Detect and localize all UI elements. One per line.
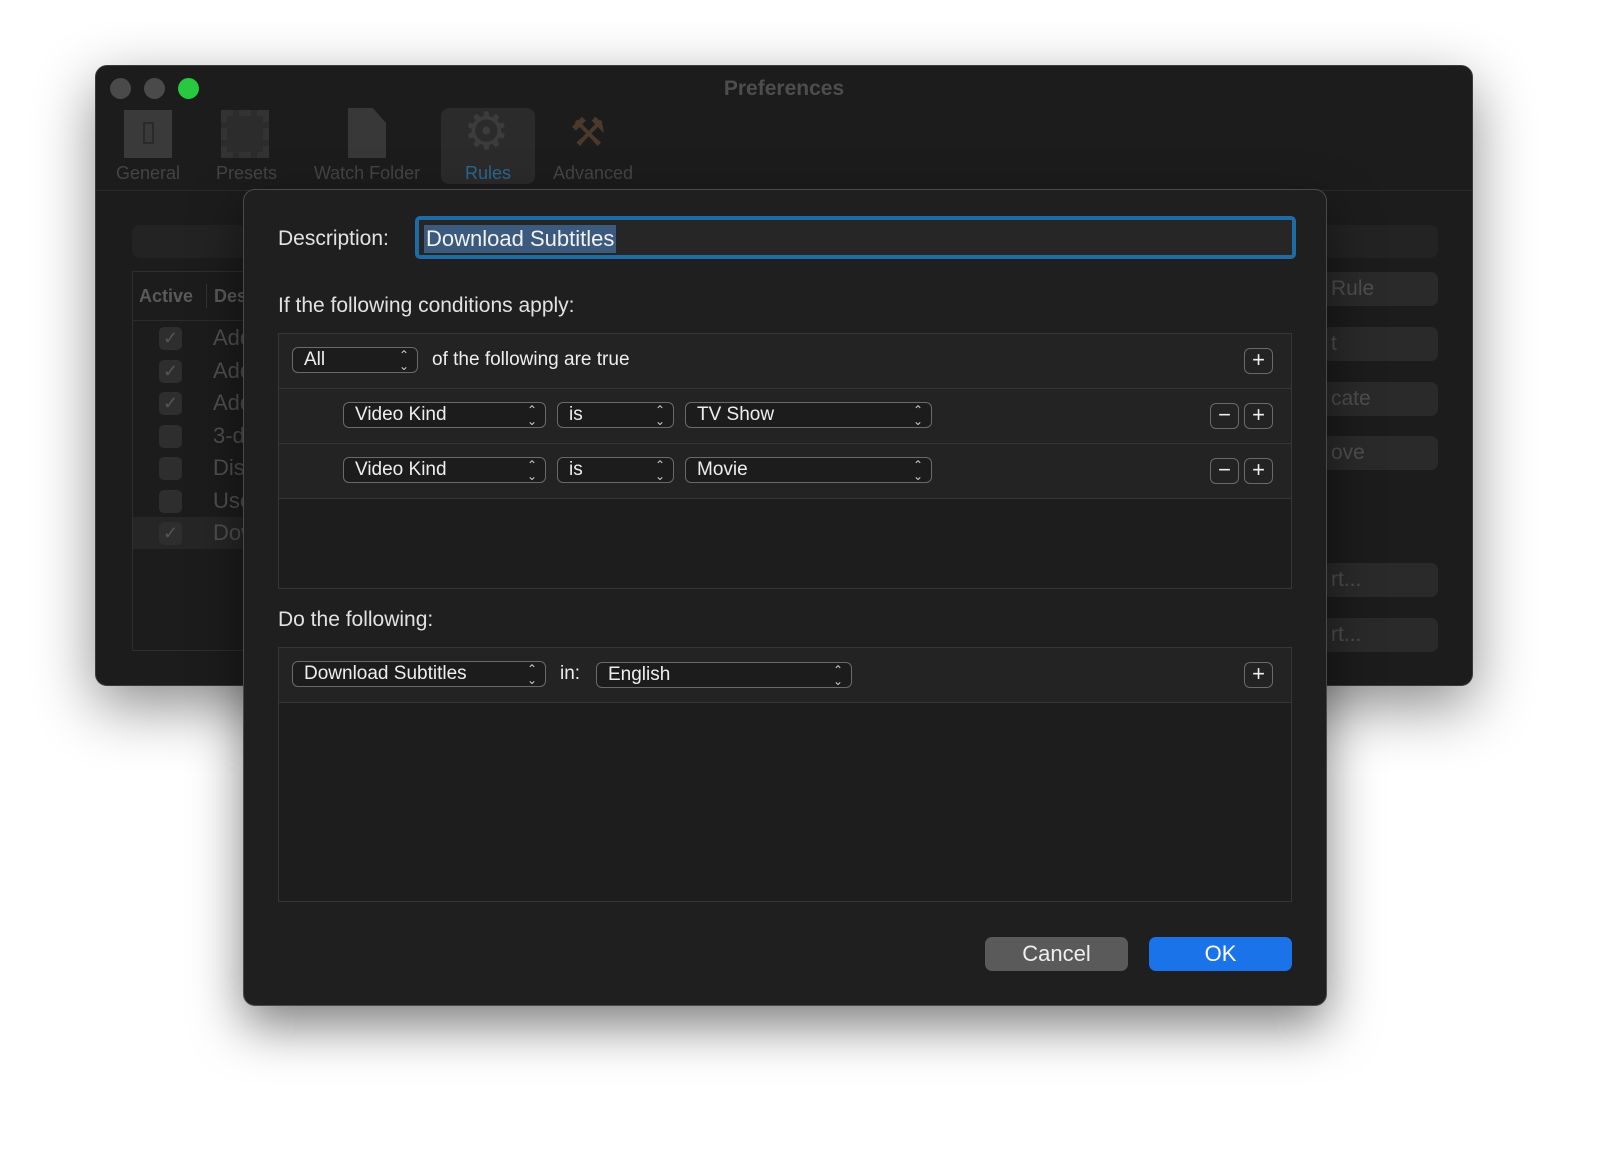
- chevron-updown-icon: ⌃ ⌄: [912, 458, 923, 483]
- condition-operator-popup[interactable]: is ⌃ ⌄: [557, 402, 674, 428]
- toolbar-label: Advanced: [552, 163, 634, 183]
- film-icon: [221, 110, 269, 158]
- actions-heading: Do the following:: [278, 608, 434, 631]
- match-mode-popup[interactable]: All ⌃ ⌄: [292, 347, 418, 373]
- plus-icon: +: [1252, 457, 1265, 482]
- plus-icon: +: [1252, 347, 1265, 372]
- condition-value-popup[interactable]: Movie ⌃ ⌄: [685, 457, 932, 483]
- column-header-active[interactable]: Active: [139, 286, 193, 307]
- active-checkbox[interactable]: ✓: [159, 327, 182, 350]
- add-condition-button[interactable]: +: [1244, 403, 1273, 429]
- language-popup[interactable]: English ⌃ ⌄: [596, 662, 852, 688]
- minus-icon: −: [1218, 402, 1231, 427]
- active-checkbox[interactable]: [159, 457, 182, 480]
- active-checkbox[interactable]: [159, 490, 182, 513]
- active-checkbox[interactable]: ✓: [159, 392, 182, 415]
- chevron-updown-icon: ⌃ ⌄: [832, 663, 843, 688]
- toolbar-advanced[interactable]: ⚒ Advanced: [546, 108, 640, 184]
- toolbar-label: Watch Folder: [313, 163, 421, 183]
- toolbar-rules[interactable]: ⚙ Rules: [441, 104, 535, 184]
- cancel-button[interactable]: Cancel: [985, 937, 1128, 971]
- action-popup[interactable]: Download Subtitles ⌃ ⌄: [292, 661, 546, 687]
- description-value: Download Subtitles: [424, 225, 617, 253]
- active-checkbox[interactable]: ✓: [159, 360, 182, 383]
- rule-name: 3-d: [213, 423, 245, 448]
- toolbar-general[interactable]: General: [108, 108, 188, 184]
- active-checkbox[interactable]: [159, 425, 182, 448]
- remove-condition-button[interactable]: −: [1210, 403, 1239, 429]
- chevron-updown-icon: ⌃ ⌄: [526, 458, 537, 483]
- ok-button[interactable]: OK: [1149, 937, 1292, 971]
- action-row: Download Subtitles ⌃ ⌄ in: English ⌃ ⌄ +: [279, 648, 1291, 703]
- toolbar-watch-folder[interactable]: Watch Folder: [304, 108, 430, 184]
- actions-box: Download Subtitles ⌃ ⌄ in: English ⌃ ⌄ +: [278, 647, 1292, 902]
- in-label: in:: [560, 663, 581, 684]
- toolbar-presets[interactable]: Presets: [204, 108, 289, 184]
- rule-name: Dis: [213, 455, 245, 480]
- description-label: Description:: [278, 227, 389, 250]
- condition-value-popup[interactable]: TV Show ⌃ ⌄: [685, 402, 932, 428]
- toolbar-label: Presets: [215, 163, 278, 183]
- match-row: All ⌃ ⌄ of the following are true +: [279, 334, 1291, 389]
- chevron-updown-icon: ⌃ ⌄: [654, 403, 665, 428]
- hammer-wrench-icon: ⚒: [570, 111, 606, 155]
- add-condition-button[interactable]: +: [1244, 348, 1273, 374]
- document-icon: [348, 108, 386, 158]
- conditions-heading: If the following conditions apply:: [278, 294, 575, 317]
- condition-field-popup[interactable]: Video Kind ⌃ ⌄: [343, 402, 546, 428]
- chevron-updown-icon: ⌃ ⌄: [912, 403, 923, 428]
- description-field[interactable]: Download Subtitles: [415, 216, 1296, 259]
- plus-icon: +: [1252, 661, 1265, 686]
- condition-operator-popup[interactable]: is ⌃ ⌄: [557, 457, 674, 483]
- gear-icon: ⚙: [463, 103, 510, 161]
- chevron-updown-icon: ⌃ ⌄: [526, 662, 537, 687]
- remove-condition-button[interactable]: −: [1210, 458, 1239, 484]
- minus-icon: −: [1218, 457, 1231, 482]
- toolbar-label: General: [115, 163, 181, 183]
- conditions-box: All ⌃ ⌄ of the following are true + Video …: [278, 333, 1292, 589]
- add-action-button[interactable]: +: [1244, 662, 1273, 688]
- chevron-updown-icon: ⌃ ⌄: [654, 458, 665, 483]
- chevron-updown-icon: ⌃ ⌄: [398, 348, 409, 373]
- switch-icon: [124, 110, 172, 158]
- plus-icon: +: [1252, 402, 1265, 427]
- rule-editor-sheet: Description: Download Subtitles If the f…: [243, 189, 1327, 1006]
- condition-row: Video Kind ⌃ ⌄ is ⌃ ⌄ Movie ⌃ ⌄ − +: [279, 444, 1291, 499]
- add-condition-button[interactable]: +: [1244, 458, 1273, 484]
- window-title: Preferences: [723, 77, 845, 100]
- condition-field-popup[interactable]: Video Kind ⌃ ⌄: [343, 457, 546, 483]
- match-suffix: of the following are true: [432, 349, 630, 370]
- active-checkbox[interactable]: ✓: [159, 522, 182, 545]
- chevron-updown-icon: ⌃ ⌄: [526, 403, 537, 428]
- toolbar-label: Rules: [464, 163, 512, 183]
- condition-row: Video Kind ⌃ ⌄ is ⌃ ⌄ TV Show ⌃ ⌄ − +: [279, 389, 1291, 444]
